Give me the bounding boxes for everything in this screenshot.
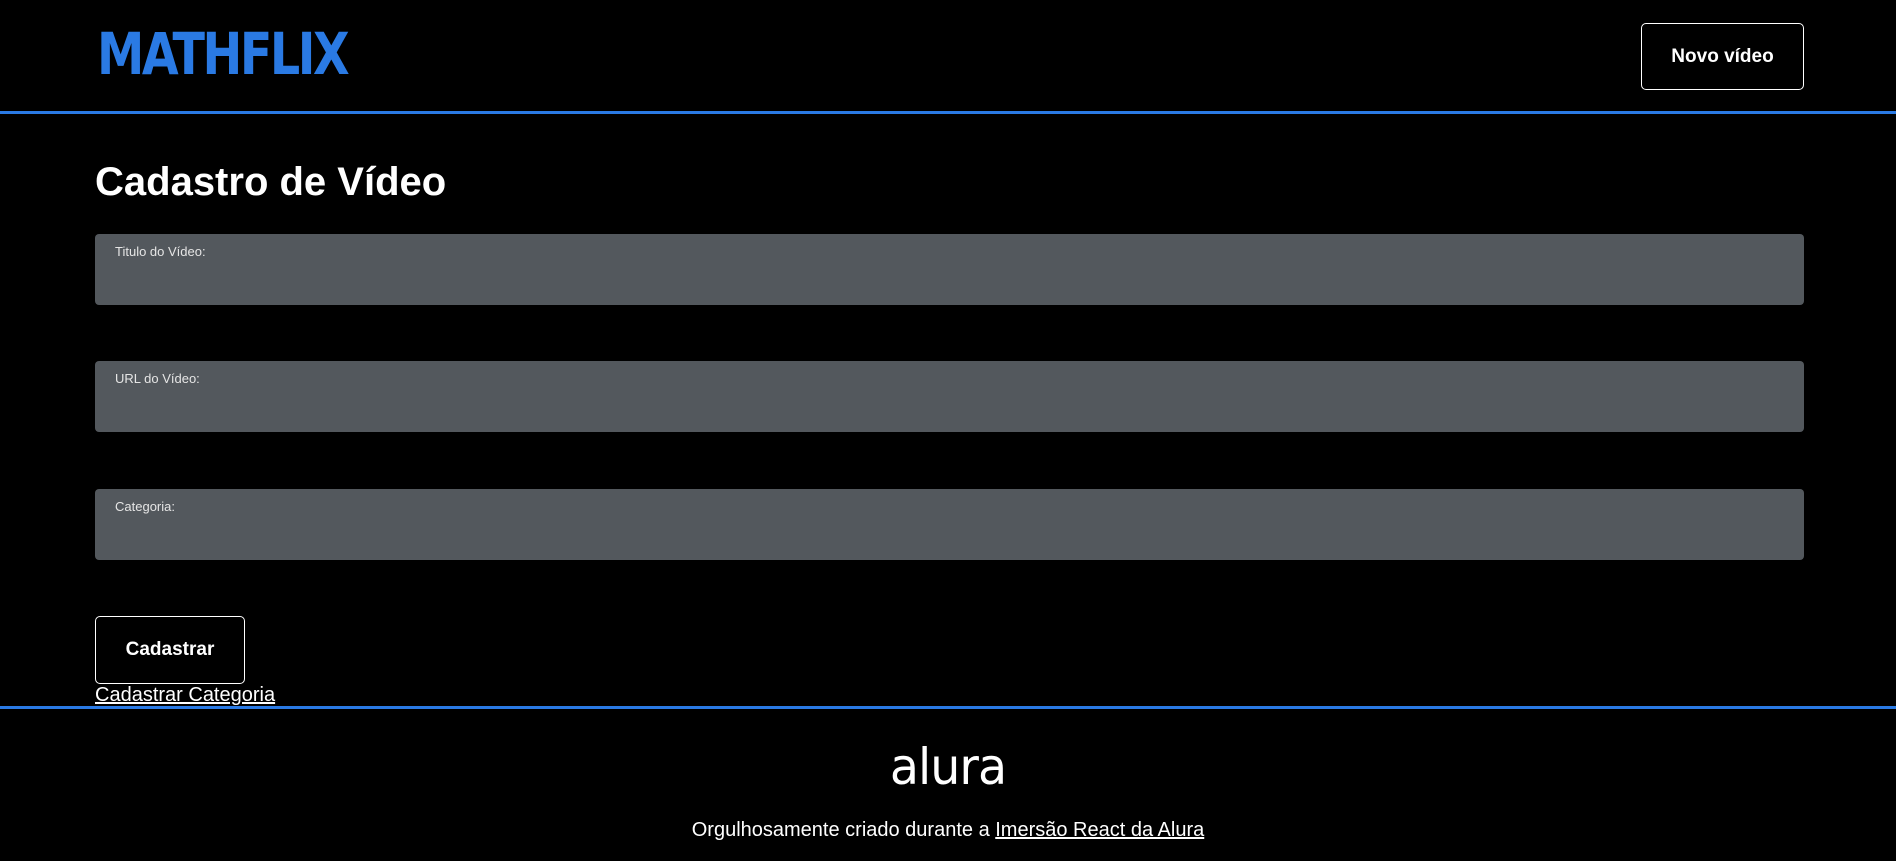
page-title: Cadastro de Vídeo <box>95 160 447 204</box>
category-label: Categoria: <box>115 499 175 514</box>
register-category-link[interactable]: Cadastrar Categoria <box>95 682 275 708</box>
category-input[interactable] <box>115 523 1779 553</box>
video-url-input[interactable] <box>115 395 1779 425</box>
new-video-button[interactable]: Novo vídeo <box>1641 23 1804 90</box>
top-navbar: MATHFLIX Novo vídeo <box>0 0 1896 114</box>
submit-button[interactable]: Cadastrar <box>95 616 245 684</box>
mathflix-logo[interactable]: MATHFLIX <box>97 23 350 85</box>
category-field[interactable]: Categoria: <box>95 489 1804 560</box>
video-title-input[interactable] <box>115 268 1779 298</box>
video-title-label: Titulo do Vídeo: <box>115 244 206 259</box>
footer-credit-text: Orgulhosamente criado durante a <box>691 819 996 841</box>
video-title-field[interactable]: Titulo do Vídeo: <box>95 234 1804 305</box>
alura-immersion-link[interactable]: Imersão React da Alura <box>995 819 1204 841</box>
footer-divider <box>0 706 1896 709</box>
footer-credit: Orgulhosamente criado durante a Imersão … <box>0 817 1896 843</box>
alura-logo[interactable]: alura <box>47 738 1848 796</box>
video-url-field[interactable]: URL do Vídeo: <box>95 361 1804 432</box>
video-url-label: URL do Vídeo: <box>115 371 200 386</box>
